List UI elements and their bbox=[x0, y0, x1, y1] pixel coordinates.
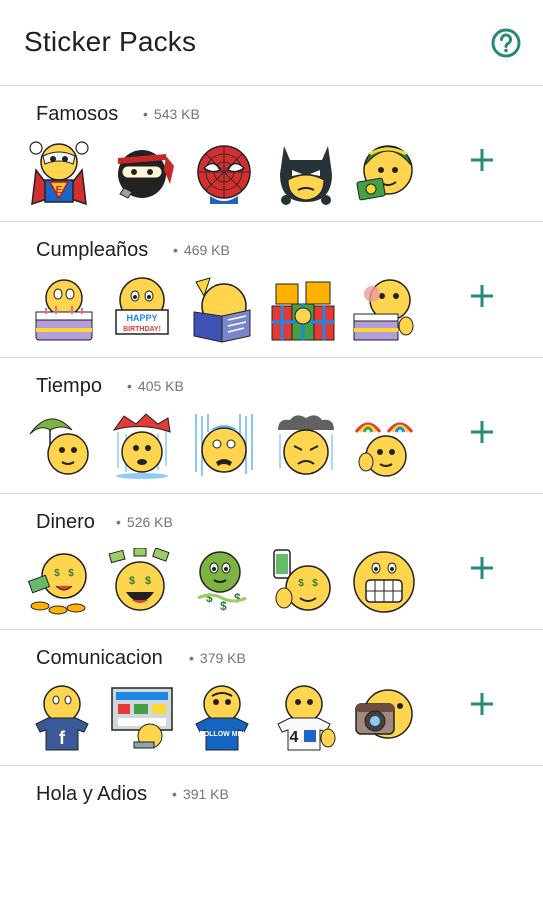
sticker-pack-famosos[interactable]: Famosos • 543 KB E bbox=[0, 86, 543, 222]
umbrella-sticker bbox=[28, 412, 98, 482]
svg-text:$: $ bbox=[298, 578, 304, 589]
camera-sticker bbox=[352, 684, 422, 754]
svg-text:$: $ bbox=[68, 568, 74, 579]
add-pack-button[interactable] bbox=[462, 548, 502, 588]
app-bar: Sticker Packs bbox=[0, 0, 543, 86]
bat-mask-sticker bbox=[274, 140, 344, 210]
birthday-card-sticker bbox=[188, 276, 258, 346]
pack-size: • 469 KB bbox=[173, 242, 230, 258]
svg-text:f: f bbox=[59, 728, 66, 748]
pack-name: Comunicacion bbox=[36, 647, 163, 669]
svg-text:HAPPY: HAPPY bbox=[126, 313, 157, 323]
green-dollar-sticker: $ $ $ bbox=[190, 548, 260, 618]
soccer-fan-sticker bbox=[354, 140, 424, 210]
svg-text:$: $ bbox=[312, 578, 318, 589]
sticker-row: HAPPY BIRTHDAY! bbox=[24, 276, 424, 348]
sticker-pack-comunicacion[interactable]: Comunicacion • 379 KB f FOLLOW ME! 4 bbox=[0, 630, 543, 766]
svg-text:FOLLOW ME!: FOLLOW ME! bbox=[199, 731, 244, 738]
add-pack-button[interactable] bbox=[462, 684, 502, 724]
ninja-sticker bbox=[112, 140, 182, 210]
svg-text:$: $ bbox=[54, 568, 60, 579]
help-icon[interactable] bbox=[490, 27, 522, 59]
svg-text:BIRTHDAY!: BIRTHDAY! bbox=[123, 326, 161, 333]
facebook-shirt-sticker: f bbox=[30, 684, 100, 754]
rainbow-sticker bbox=[352, 412, 422, 482]
pack-name: Hola y Adios bbox=[36, 783, 148, 805]
add-pack-button[interactable] bbox=[462, 276, 502, 316]
svg-text:$: $ bbox=[234, 591, 241, 605]
number-four-sticker: 4 bbox=[272, 684, 342, 754]
grin-sticker bbox=[352, 548, 422, 618]
pack-size: • 543 KB bbox=[143, 106, 200, 122]
happy-birthday-sign-sticker: HAPPY BIRTHDAY! bbox=[110, 276, 180, 346]
spider-mask-sticker bbox=[192, 140, 262, 210]
broken-umbrella-sticker bbox=[110, 412, 180, 482]
rain-sticker bbox=[192, 412, 262, 482]
phone-money-sticker: $ $ bbox=[270, 548, 340, 618]
birthday-cake-sticker bbox=[32, 276, 102, 346]
cake-slice-sticker bbox=[352, 276, 422, 346]
sticker-row: E bbox=[24, 140, 424, 212]
page-title: Sticker Packs bbox=[24, 26, 197, 57]
gift-boxes-sticker bbox=[270, 276, 340, 346]
pack-size: • 405 KB bbox=[127, 378, 184, 394]
money-rain-sticker: $ $ bbox=[108, 548, 178, 618]
sticker-row: f FOLLOW ME! 4 bbox=[24, 684, 424, 756]
pack-name: Famosos bbox=[36, 103, 119, 125]
pack-size: • 379 KB bbox=[189, 650, 246, 666]
sticker-row: $ $ $ $ $ $ $ $ $ bbox=[24, 548, 424, 620]
pack-name: Dinero bbox=[36, 511, 95, 533]
svg-text:$: $ bbox=[129, 575, 135, 587]
coins-sticker: $ $ bbox=[28, 548, 98, 618]
add-pack-button[interactable] bbox=[462, 140, 502, 180]
follow-me-shirt-sticker: FOLLOW ME! bbox=[190, 684, 260, 754]
svg-text:$: $ bbox=[206, 591, 213, 605]
pack-name: Tiempo bbox=[36, 375, 102, 397]
sticker-pack-dinero[interactable]: Dinero • 526 KB $ $ $ $ $ $ $ $ $ bbox=[0, 494, 543, 630]
computer-screen-sticker bbox=[110, 684, 180, 754]
sticker-pack-cumpleanos[interactable]: Cumpleaños • 469 KB HAPPY BIRTHDAY! bbox=[0, 222, 543, 358]
storm-cloud-sticker bbox=[274, 412, 344, 482]
sticker-pack-hola-y-adios[interactable]: Hola y Adios • 391 KB bbox=[0, 766, 543, 902]
add-pack-button[interactable] bbox=[462, 412, 502, 452]
sticker-row bbox=[24, 412, 424, 484]
svg-text:$: $ bbox=[145, 575, 151, 587]
svg-text:E: E bbox=[56, 185, 63, 196]
pack-name: Cumpleaños bbox=[36, 239, 149, 261]
svg-text:4: 4 bbox=[290, 729, 299, 746]
pack-size: • 526 KB bbox=[116, 514, 173, 530]
sticker-pack-tiempo[interactable]: Tiempo • 405 KB bbox=[0, 358, 543, 494]
superhero-sticker: E bbox=[28, 140, 98, 210]
